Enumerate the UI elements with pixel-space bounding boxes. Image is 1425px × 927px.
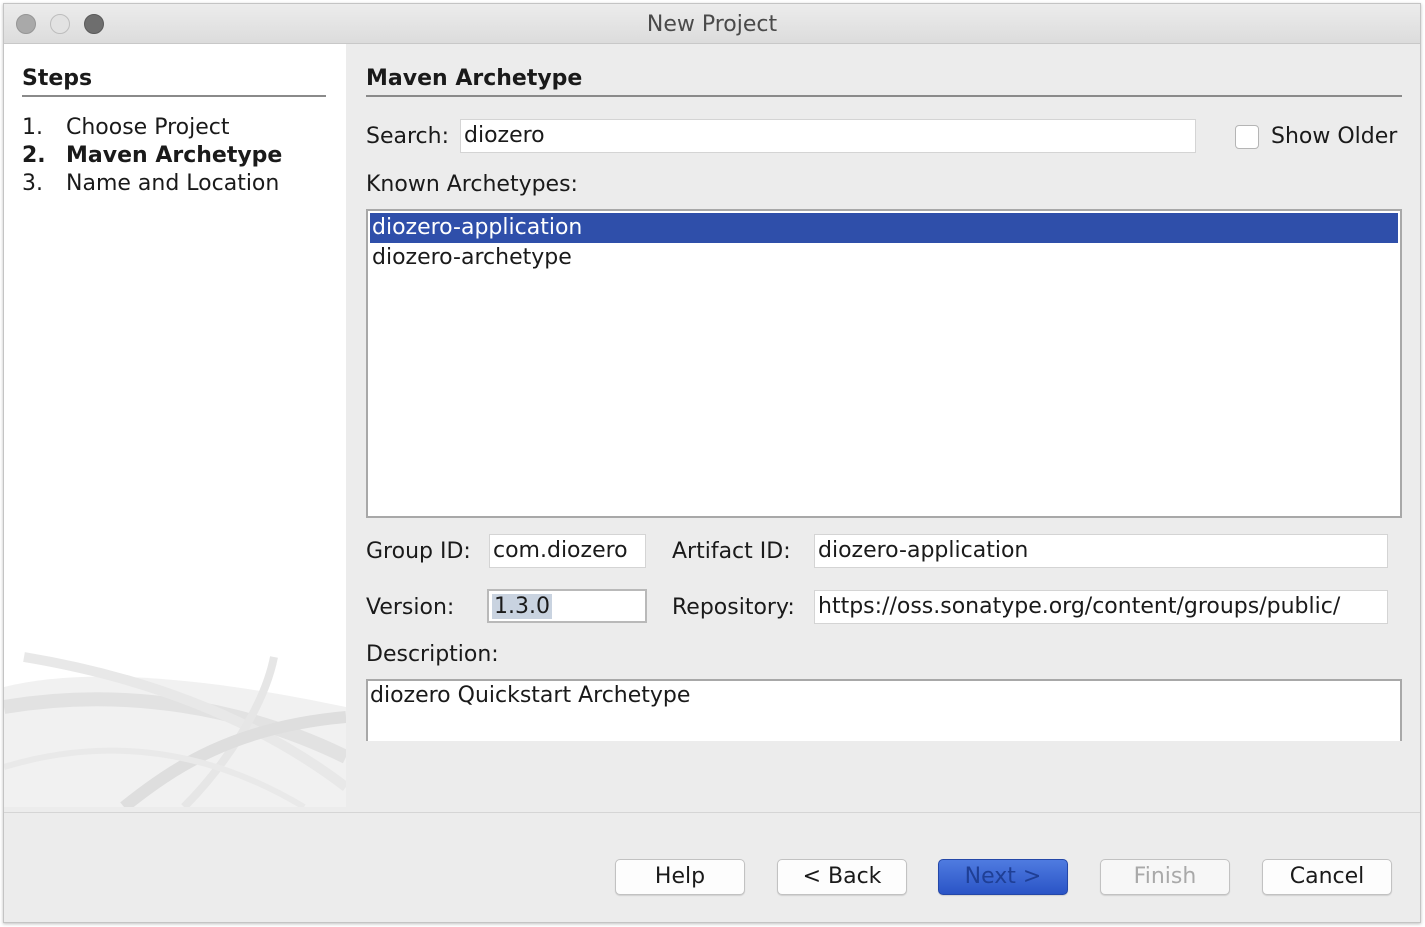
back-button[interactable]: < Back [777, 859, 907, 895]
decorative-swoosh-graphic [4, 652, 346, 807]
footer-divider [4, 812, 1420, 813]
step-number: 3. [22, 171, 43, 196]
artifact-id-label: Artifact ID: [672, 539, 791, 564]
search-label: Search: [366, 124, 449, 149]
version-value: 1.3.0 [492, 594, 552, 619]
step-label: Maven Archetype [66, 143, 283, 168]
archetype-list[interactable]: diozero-application diozero-archetype [366, 209, 1402, 518]
step-maven-archetype: 2. Maven Archetype [22, 142, 282, 170]
panel-heading: Maven Archetype [366, 66, 1402, 97]
repository-field[interactable]: https://oss.sonatype.org/content/groups/… [814, 590, 1388, 624]
step-name-and-location: 3. Name and Location [22, 170, 282, 198]
show-older-checkbox[interactable] [1235, 125, 1259, 149]
version-label: Version: [366, 595, 455, 620]
step-number: 1. [22, 115, 43, 140]
step-label: Name and Location [66, 171, 280, 196]
version-field[interactable]: 1.3.0 [487, 589, 647, 623]
archetype-item-diozero-application[interactable]: diozero-application [370, 213, 1398, 243]
cancel-button[interactable]: Cancel [1262, 859, 1392, 895]
archetype-panel: Maven Archetype Search: diozero Show Old… [346, 44, 1422, 807]
artifact-id-field[interactable]: diozero-application [814, 534, 1388, 568]
new-project-window: New Project Steps 1. Choose Project 2. Mav… [3, 3, 1421, 923]
next-button[interactable]: Next > [938, 859, 1068, 895]
steps-sidebar: Steps 1. Choose Project 2. Maven Archetype… [4, 44, 346, 807]
step-label: Choose Project [66, 115, 230, 140]
description-label: Description: [366, 642, 499, 667]
repository-label: Repository: [672, 595, 795, 620]
description-field[interactable]: diozero Quickstart Archetype [366, 679, 1402, 741]
group-id-label: Group ID: [366, 539, 471, 564]
step-number: 2. [22, 143, 46, 168]
title-bar[interactable]: New Project [4, 4, 1420, 44]
window-title: New Project [646, 12, 778, 37]
group-id-field[interactable]: com.diozero [489, 534, 646, 568]
steps-list: 1. Choose Project 2. Maven Archetype 3. Nam… [22, 114, 282, 198]
step-choose-project: 1. Choose Project [22, 114, 282, 142]
steps-heading: Steps [22, 66, 326, 97]
archetype-item-diozero-archetype[interactable]: diozero-archetype [370, 243, 1398, 273]
known-archetypes-label: Known Archetypes: [366, 172, 578, 197]
search-input[interactable]: diozero [460, 119, 1196, 153]
show-older-label[interactable]: Show Older [1271, 124, 1397, 149]
help-button[interactable]: Help [615, 859, 745, 895]
finish-button[interactable]: Finish [1100, 859, 1230, 895]
